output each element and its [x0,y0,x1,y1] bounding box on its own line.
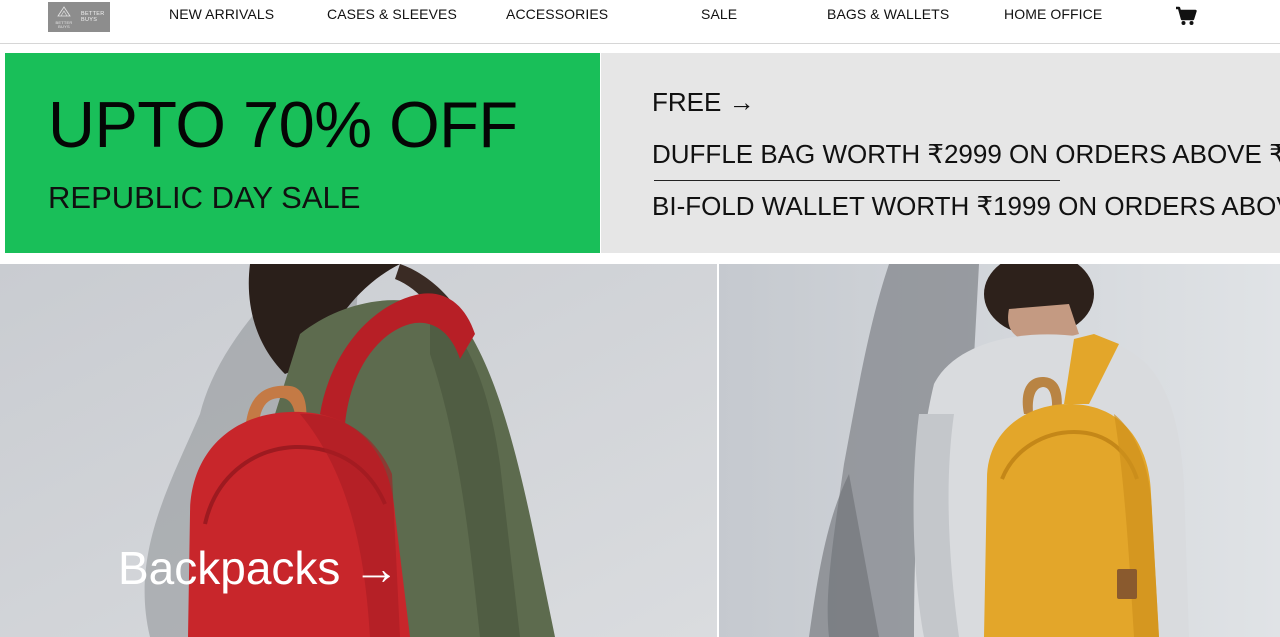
free-gift-panel[interactable]: FREE → DUFFLE BAG WORTH ₹2999 ON ORDERS … [601,53,1280,253]
nav-home-office[interactable]: HOME OFFICE [1004,6,1102,22]
offer-duffle-bag: DUFFLE BAG WORTH ₹2999 ON ORDERS ABOVE ₹… [652,139,1280,169]
offer-bifold-wallet: BI-FOLD WALLET WORTH ₹1999 ON ORDERS ABO… [652,191,1280,221]
site-header: BETTER BUYS BETTER BUYS NEW ARRIVALS CAS… [0,0,1280,44]
yellow-backpack-image[interactable] [719,264,1280,637]
nav-bags-wallets[interactable]: BAGS & WALLETS [827,6,949,22]
logo-mark-text: BETTER BUYS [55,20,73,29]
logo-mark-icon: BETTER BUYS [50,4,78,30]
shopping-cart-icon[interactable] [1175,6,1197,26]
sale-headline: UPTO 70% OFF [48,88,518,161]
sale-subheadline: REPUBLIC DAY SALE [48,180,361,215]
logo-wordmark: BETTER BUYS [81,11,105,23]
promo-banner[interactable]: UPTO 70% OFF REPUBLIC DAY SALE FREE → DU… [0,52,1280,254]
offer-divider [654,180,1060,181]
nav-cases-sleeves[interactable]: CASES & SLEEVES [327,6,457,22]
logo[interactable]: BETTER BUYS BETTER BUYS [48,2,110,32]
backpacks-link[interactable]: Backpacks → [118,540,399,596]
nav-sale[interactable]: SALE [701,6,737,22]
sale-panel[interactable]: UPTO 70% OFF REPUBLIC DAY SALE [5,53,600,253]
free-gift-label: FREE → [652,87,755,117]
nav-new-arrivals[interactable]: NEW ARRIVALS [169,6,274,22]
nav-accessories[interactable]: ACCESSORIES [506,6,608,22]
